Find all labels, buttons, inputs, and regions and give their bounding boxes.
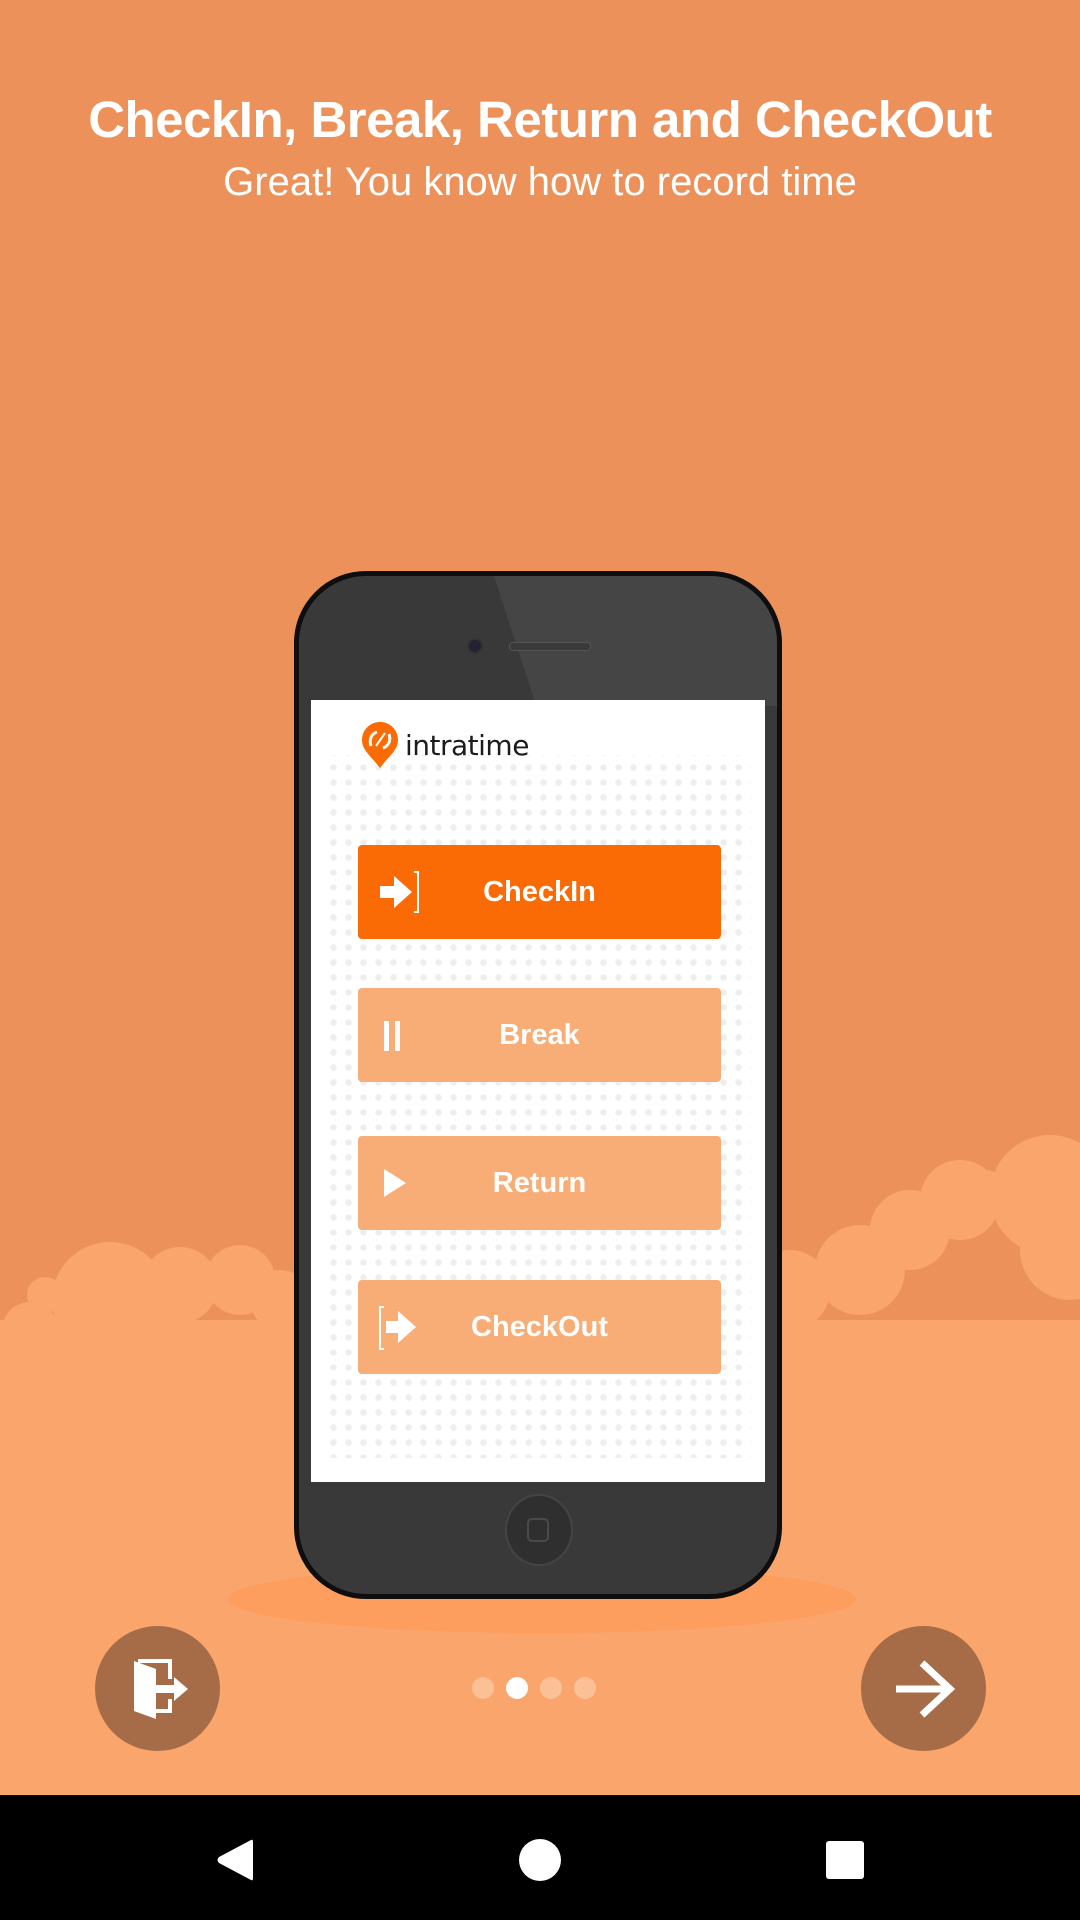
return-label: Return: [492, 1166, 587, 1199]
page-dot-3[interactable]: [540, 1677, 562, 1699]
page-dot-4[interactable]: [574, 1677, 596, 1699]
checkin-arrow-icon: [378, 868, 422, 916]
page-dot-2-active[interactable]: [506, 1677, 528, 1699]
play-icon: [378, 1165, 408, 1201]
intratime-logo: intratime: [359, 720, 529, 770]
checkout-arrow-icon: [378, 1303, 422, 1351]
phone-speaker: [509, 642, 591, 651]
phone-illustration: intratime CheckIn Break Return CheckOut: [294, 571, 782, 1599]
break-label: Break: [499, 1018, 580, 1051]
return-button: Return: [358, 1136, 721, 1230]
page-dot-1[interactable]: [472, 1677, 494, 1699]
onboarding-title: CheckIn, Break, Return and CheckOut: [88, 91, 992, 148]
checkin-label: CheckIn: [483, 875, 596, 908]
pause-icon: [378, 1017, 408, 1053]
checkin-button: CheckIn: [358, 845, 721, 939]
exit-button[interactable]: [95, 1626, 220, 1751]
phone-home-button: [505, 1494, 573, 1566]
system-navigation-bar: [0, 1795, 1080, 1920]
back-button[interactable]: [200, 1825, 270, 1895]
app-name: intratime: [405, 728, 529, 762]
home-icon: [519, 1839, 561, 1881]
home-button[interactable]: [505, 1825, 575, 1895]
intratime-logo-icon: [362, 722, 398, 768]
onboarding-subtitle: Great! You know how to record time: [223, 160, 857, 204]
page-indicator: [472, 1677, 596, 1699]
checkout-label: CheckOut: [471, 1310, 608, 1343]
phone-glare: [494, 576, 777, 706]
break-button: Break: [358, 988, 721, 1082]
next-button[interactable]: [861, 1626, 986, 1751]
phone-screen: intratime CheckIn Break Return CheckOut: [311, 700, 765, 1482]
back-icon: [217, 1839, 253, 1881]
exit-door-icon: [133, 1658, 188, 1719]
arrow-right-icon: [895, 1659, 955, 1718]
recents-button[interactable]: [810, 1825, 880, 1895]
checkout-button: CheckOut: [358, 1280, 721, 1374]
recents-icon: [826, 1841, 864, 1879]
phone-camera: [467, 638, 483, 654]
